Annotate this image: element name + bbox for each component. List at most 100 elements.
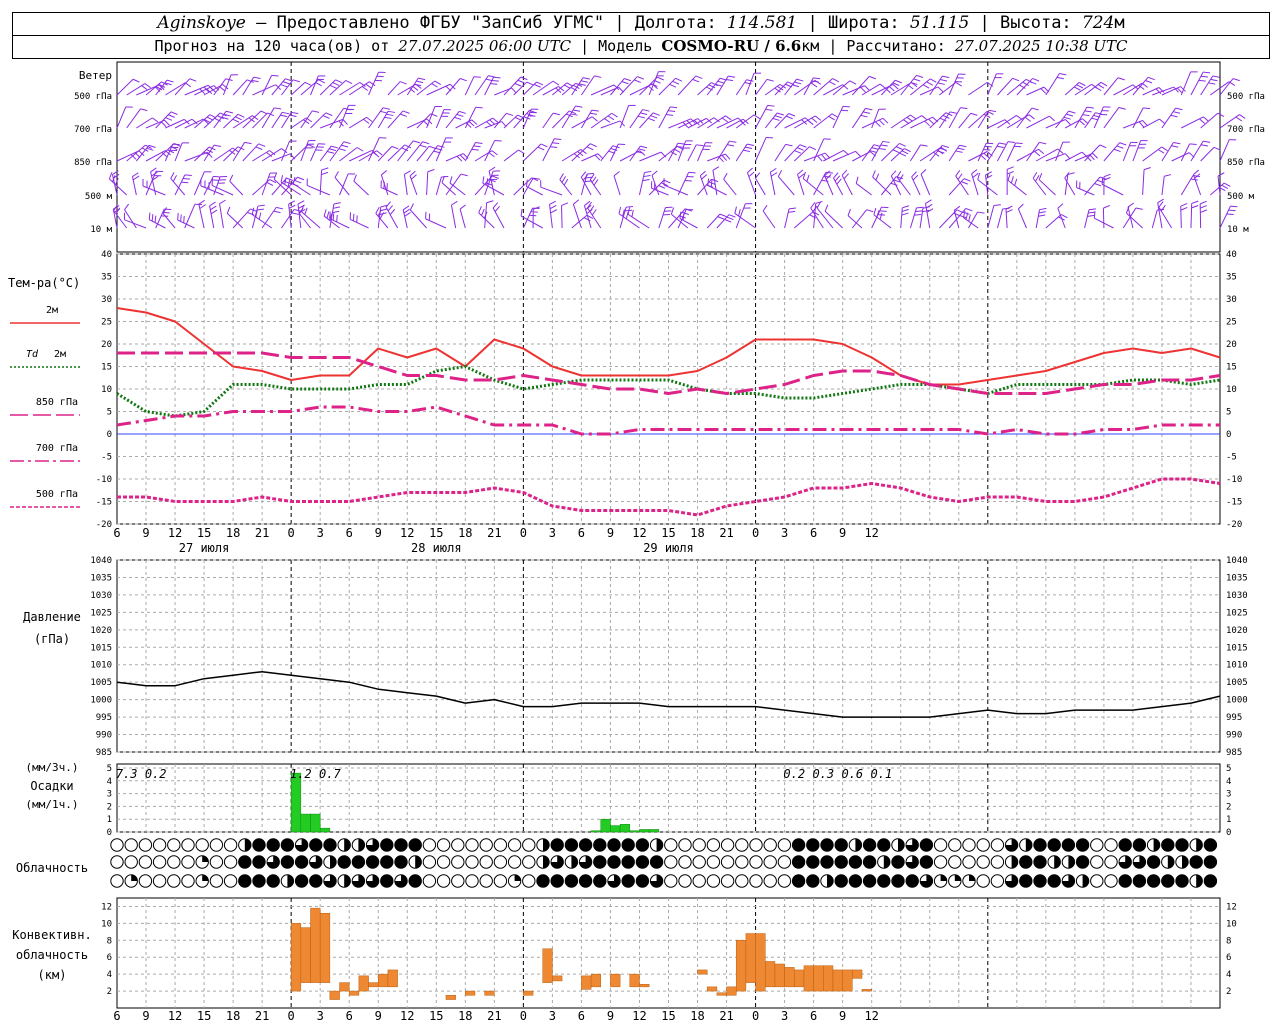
cloud-cover-icon	[181, 855, 195, 869]
wind-barb	[712, 170, 718, 196]
wind-barb-feather	[280, 114, 288, 118]
hour-label: 18	[690, 526, 704, 540]
wind-barb	[651, 187, 669, 196]
cloud-cover-icon	[1090, 874, 1104, 888]
wind-barb-feather	[326, 211, 330, 219]
conv-y-tick-left: 12	[101, 902, 112, 912]
conv-bar	[784, 967, 795, 988]
wind-barb	[1180, 143, 1191, 162]
wind-barb-feather	[915, 210, 923, 212]
wind-barb-feather	[734, 206, 737, 214]
conv-bar	[387, 969, 398, 988]
wind-barb-feather	[666, 113, 674, 116]
precip-bar	[648, 829, 660, 833]
wind-barb-feather	[1208, 82, 1216, 85]
wind-barb-feather	[644, 170, 652, 174]
wind-barb-feather	[753, 114, 761, 120]
wind-barb-feather	[770, 172, 778, 177]
precip-bar	[639, 829, 650, 833]
cloud-cover-icon	[891, 874, 905, 888]
wind-barb-feather	[226, 206, 231, 214]
wind-barb-feather	[255, 146, 263, 150]
wind-barb-feather	[1221, 184, 1229, 189]
wind-barb-feather	[333, 206, 341, 209]
wind-barb-feather	[695, 75, 703, 79]
wind-barb-feather	[514, 83, 522, 87]
hour-label: 12	[632, 526, 646, 540]
cloud-cover-icon	[1146, 855, 1161, 869]
wind-barb-feather	[140, 108, 148, 112]
wind-barb-feather	[271, 74, 279, 77]
wind-barb	[774, 144, 787, 162]
precip-y-tick-left: 2	[107, 802, 112, 812]
wind-barb-feather	[297, 176, 305, 181]
cloud-cover-fill	[954, 874, 961, 881]
wind-barb	[833, 177, 844, 196]
wind-barb-feather	[493, 76, 501, 79]
wind-barb-feather	[332, 82, 340, 86]
wind-barb-feather	[721, 117, 729, 123]
wind-barb	[165, 82, 186, 96]
temp-y-tick-right: 10	[1226, 385, 1237, 395]
cloud-cover-icon	[593, 855, 607, 869]
wind-barb	[397, 140, 414, 162]
wind-barb	[409, 209, 427, 229]
wind-barb-feather	[669, 83, 677, 88]
wind-barb-feather	[471, 119, 478, 125]
wind-barb-feather	[941, 144, 949, 148]
hour-label: 9	[607, 526, 614, 540]
precip-total-label: 0.2	[145, 767, 167, 781]
wind-barb-feather	[696, 144, 704, 147]
wind-barb-feather	[721, 155, 728, 161]
wind-barb-feather	[996, 145, 1004, 148]
wind-barb-feather	[1203, 116, 1210, 122]
wind-barb-feather	[1199, 200, 1207, 205]
wind-barb-feather	[235, 116, 242, 121]
wind-barb-feather	[1160, 205, 1166, 212]
wind-barb-feather	[920, 144, 928, 147]
temp-y-tick-left: -5	[101, 453, 112, 463]
wind-barb-feather	[658, 185, 666, 189]
precip-total-label: 0.1	[871, 767, 893, 781]
cloud-cover-fill	[1011, 855, 1018, 869]
cloud-cover-fill	[202, 855, 209, 862]
cloud-cover-icon	[167, 855, 181, 869]
wind-barb-feather	[896, 171, 902, 178]
wind-barb-feather	[258, 143, 266, 147]
wind-barb-feather	[1068, 110, 1076, 114]
cloud-cover-icon	[223, 855, 238, 869]
wind-barb-feather	[399, 81, 407, 85]
wind-barb	[919, 146, 942, 162]
conv-y-tick-left: 4	[107, 970, 112, 980]
pres-y-tick-right: 1030	[1226, 591, 1248, 601]
conv-bar	[765, 961, 776, 988]
pres-y-tick-left: 990	[96, 731, 112, 741]
hour-label: 21	[487, 526, 501, 540]
wind-barb-feather	[1076, 84, 1084, 89]
cloud-cover-icon	[479, 838, 493, 852]
pres-y-tick-right: 985	[1226, 748, 1242, 758]
cloud-cover-icon	[891, 855, 905, 869]
wind-barb-feather	[745, 146, 753, 150]
wind-barb-feather	[1034, 150, 1041, 157]
wind-level-label-right: 500 гПа	[1227, 92, 1265, 102]
cloud-cover-icon	[1189, 855, 1203, 869]
wind-barb-feather	[274, 107, 282, 110]
wind-barb	[987, 142, 1000, 162]
wind-barb-feather	[419, 144, 427, 148]
wind-barb	[1142, 146, 1162, 162]
wind-barb	[1142, 169, 1145, 196]
pres-y-tick-left: 1035	[90, 573, 112, 583]
wind-barb-feather	[637, 76, 645, 80]
wind-barb-feather	[1200, 75, 1208, 78]
wind-barb-feather	[418, 77, 426, 81]
wind-barb-feather	[291, 111, 299, 115]
wind-barb-feather	[318, 79, 326, 84]
wind-barb	[464, 76, 475, 96]
cloud-cover-icon	[1019, 855, 1033, 869]
conv-bar	[581, 975, 592, 990]
wind-barb-feather	[1200, 205, 1207, 209]
hour-label: 6	[113, 526, 120, 540]
wind-barb-feather	[648, 117, 655, 122]
wind-barb-feather	[811, 117, 818, 123]
